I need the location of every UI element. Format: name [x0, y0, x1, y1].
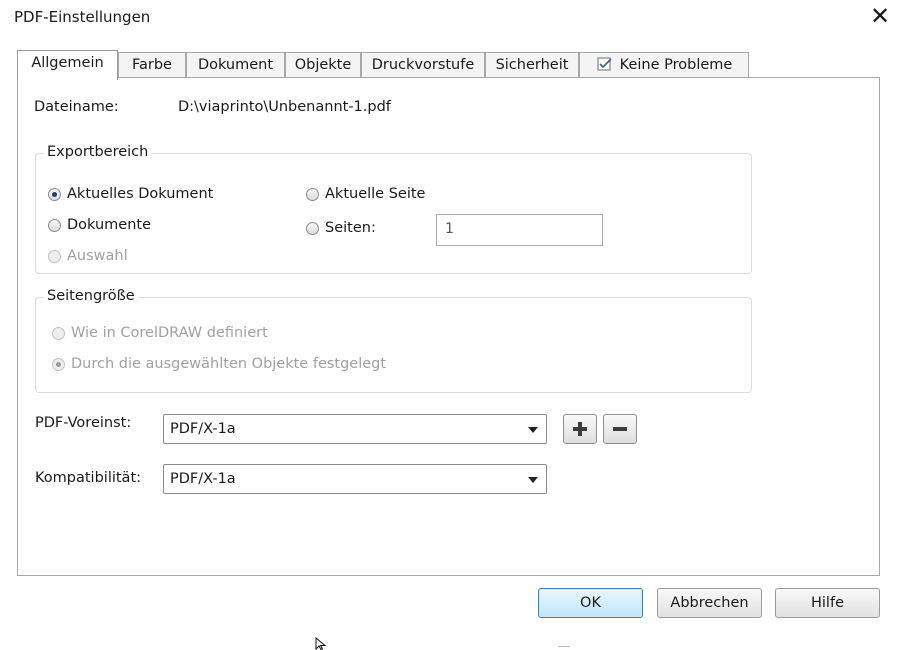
preset-select-value: PDF/X-1a [170, 421, 236, 437]
radio-pages[interactable]: Seiten: [306, 220, 376, 236]
preset-label: PDF-Voreinst: [35, 415, 132, 431]
radio-button [48, 249, 61, 263]
ok-button[interactable]: OK [538, 588, 643, 618]
radio-pages-label: Seiten: [325, 220, 376, 236]
compatibility-select[interactable]: PDF/X-1a [163, 464, 547, 494]
tab-objekte[interactable]: Objekte [285, 52, 361, 77]
radio-as-defined-label: Wie in CorelDRAW definiert [71, 325, 268, 341]
filename-value: D:\viaprinto\Unbenannt-1.pdf [178, 99, 391, 115]
radio-by-objects: Durch die ausgewählten Objekte festgeleg… [52, 356, 386, 372]
export-range-group: Exportbereich Aktuelles Dokument Dokumen… [35, 144, 752, 274]
export-range-legend: Exportbereich [44, 144, 152, 160]
radio-documents-label: Dokumente [67, 217, 152, 233]
compatibility-select-value: PDF/X-1a [170, 471, 236, 487]
radio-as-defined: Wie in CorelDRAW definiert [52, 325, 268, 341]
radio-current-document[interactable]: Aktuelles Dokument [48, 186, 213, 202]
tab-dokument[interactable]: Dokument [186, 52, 285, 77]
chevron-down-icon [528, 477, 538, 483]
help-button[interactable]: Hilfe [775, 588, 880, 618]
close-icon[interactable]: ✕ [870, 2, 890, 30]
radio-documents[interactable]: Dokumente [48, 217, 151, 233]
pages-input[interactable]: 1 [436, 214, 603, 246]
tab-farbe[interactable]: Farbe [118, 52, 186, 77]
radio-button [52, 326, 65, 340]
radio-current-page-label: Aktuelle Seite [325, 186, 426, 202]
chevron-down-icon [528, 427, 538, 433]
radio-button [48, 187, 61, 201]
radio-button [52, 357, 65, 371]
remove-preset-button[interactable] [603, 414, 637, 444]
preset-select[interactable]: PDF/X-1a [163, 414, 547, 444]
filename-label: Dateiname: [34, 99, 119, 115]
tab-panel-allgemein: Dateiname: D:\viaprinto\Unbenannt-1.pdf … [17, 77, 880, 576]
radio-selection-label: Auswahl [67, 248, 128, 264]
dialog-title: PDF-Einstellungen [14, 8, 151, 26]
add-preset-button[interactable] [563, 414, 597, 444]
tab-allgemein[interactable]: Allgemein [17, 50, 118, 80]
radio-current-page[interactable]: Aktuelle Seite [306, 186, 425, 202]
radio-selection: Auswahl [48, 248, 128, 264]
radio-current-document-label: Aktuelles Dokument [67, 186, 214, 202]
radio-by-objects-label: Durch die ausgewählten Objekte festgeleg… [71, 356, 387, 372]
tab-druckvorstufe[interactable]: Druckvorstufe [361, 52, 485, 77]
tab-keine-probleme-label: Keine Probleme [619, 57, 733, 73]
cancel-button[interactable]: Abbrechen [657, 588, 762, 618]
page-size-legend: Seitengröße [44, 288, 138, 304]
tab-keine-probleme[interactable]: Keine Probleme [579, 52, 749, 77]
compatibility-label: Kompatibilität: [35, 470, 142, 486]
radio-button [306, 187, 319, 201]
mouse-cursor-icon [315, 637, 327, 650]
tab-sicherheit[interactable]: Sicherheit [485, 52, 579, 77]
page-size-group: Seitengröße Wie in CorelDRAW definiert D… [35, 288, 752, 393]
radio-button [306, 221, 319, 235]
radio-button [48, 218, 61, 232]
checklist-icon [597, 57, 612, 71]
separator-mark [558, 646, 570, 647]
